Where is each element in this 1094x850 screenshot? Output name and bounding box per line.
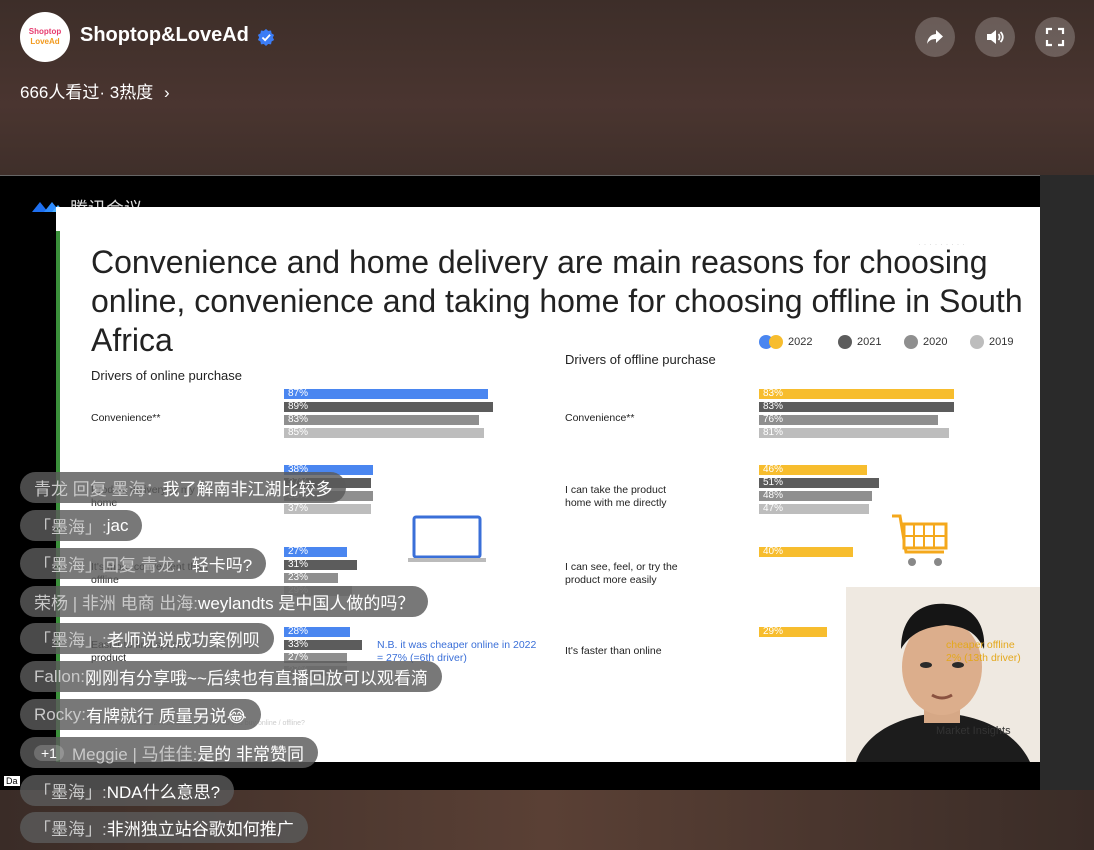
online-row-label: Convenience** xyxy=(91,412,161,424)
fullscreen-icon xyxy=(1045,27,1065,47)
legend-dot-yellow xyxy=(769,335,783,349)
chat-author: Meggie | 马佳佳: xyxy=(71,745,198,764)
legend-dot xyxy=(838,335,852,349)
online-bar-value: 89% xyxy=(288,401,309,412)
viewer-count[interactable]: 666人看过· 3热度 › xyxy=(20,78,170,103)
volume-button[interactable] xyxy=(975,17,1015,57)
legend-2020: 2020 xyxy=(904,335,947,349)
offline-section-label: Drivers of offline purchase xyxy=(565,352,716,367)
chat-text: 是的 非常赞同 xyxy=(197,745,305,764)
offline-bar-value: 83% xyxy=(763,388,784,399)
offline-row-label: I can see, feel, or try the product more… xyxy=(565,561,678,586)
online-section-label: Drivers of online purchase xyxy=(91,368,243,383)
offline-note: cheaper offline 2% (13th driver) xyxy=(946,639,1021,664)
chat-author: 荣杨 | 非洲 电商 出海: xyxy=(34,594,199,613)
online-bar-value: 23% xyxy=(288,572,309,583)
chat-message[interactable]: 「墨海」: 老师说说成功案例呗 xyxy=(20,623,274,654)
video-side-panel xyxy=(1040,175,1094,790)
offline-bar-value: 76% xyxy=(763,414,784,425)
chat-text: 有牌就行 质量另说😂 xyxy=(85,707,247,726)
online-bar-value: 28% xyxy=(288,626,309,637)
verified-badge-icon xyxy=(257,28,275,46)
offline-bar-value: 47% xyxy=(763,503,784,514)
online-bar-value: 83% xyxy=(288,414,309,425)
online-bar-value: 87% xyxy=(288,388,309,399)
legend-dot xyxy=(970,335,984,349)
offline-bar-value: 81% xyxy=(763,427,784,438)
offline-bar-value: 40% xyxy=(763,546,784,557)
share-button[interactable] xyxy=(915,17,955,57)
chat-text: 我了解南非江湖比较多 xyxy=(162,480,333,499)
participant-tag: Da xyxy=(4,776,20,786)
online-bar-value: 33% xyxy=(288,639,309,650)
shopping-cart-icon xyxy=(892,514,948,566)
channel-name[interactable]: Shoptop&LoveAd xyxy=(80,24,249,47)
legend-2022: 2022 xyxy=(759,335,812,349)
offline-row-label: I can take the product home with me dire… xyxy=(565,484,667,509)
legend-label: 2022 xyxy=(788,336,813,348)
offline-bar-value: 51% xyxy=(763,477,784,488)
legend-label: 2020 xyxy=(923,336,948,348)
chat-message[interactable]: 「墨海」: 非洲独立站谷歌如何推广 xyxy=(20,812,308,843)
chat-message[interactable]: 青龙 回复 墨海： 我了解南非江湖比较多 xyxy=(20,472,347,503)
online-bar xyxy=(284,389,489,399)
chat-author: Fallon: xyxy=(34,666,86,686)
offline-row-label: It's faster than online xyxy=(565,645,662,657)
chat-text: NDA什么意思? xyxy=(106,783,221,802)
legend-label: 2021 xyxy=(857,336,882,348)
offline-bar xyxy=(759,389,955,399)
chevron-right-icon: › xyxy=(163,83,170,102)
offline-bar-value: 48% xyxy=(763,490,784,501)
offline-bar xyxy=(759,415,938,425)
chat-message[interactable]: 「墨海」: jac xyxy=(20,510,143,541)
offline-bar-value: 83% xyxy=(763,401,784,412)
offline-bar-value: 29% xyxy=(763,626,784,637)
chat-text: 非洲独立站谷歌如何推广 xyxy=(106,820,294,839)
chat-text: weylandts 是中国人做的吗？ xyxy=(198,594,415,613)
chat-message[interactable]: 荣杨 | 非洲 电商 出海: weylandts 是中国人做的吗？ xyxy=(20,586,429,617)
chat-message[interactable]: Fallon: 刚刚有分享哦~~后续也有直播回放可以观看滴 xyxy=(20,661,442,692)
chat-message[interactable]: 「墨海」: NDA什么意思? xyxy=(20,775,235,806)
chat-text: 轻卡吗? xyxy=(191,556,253,575)
viewer-count-text: 666人看过· 3热度 xyxy=(20,83,154,102)
chat-text: 刚刚有分享哦~~后续也有直播回放可以观看滴 xyxy=(85,669,428,688)
chat-message[interactable]: Rocky: 有牌就行 质量另说😂 xyxy=(20,699,261,730)
fullscreen-button[interactable] xyxy=(1035,17,1075,57)
channel-avatar[interactable]: Shoptop LoveAd xyxy=(20,12,70,62)
online-bar-value: 31% xyxy=(288,559,309,570)
chat-text: jac xyxy=(106,515,129,535)
chat-author: Rocky: xyxy=(34,704,86,724)
avatar-logo-line1: Shoptop xyxy=(28,27,62,36)
laptop-icon xyxy=(408,515,486,562)
legend-2019: 2019 xyxy=(970,335,1013,349)
offline-bar xyxy=(759,402,955,412)
share-icon xyxy=(927,30,943,44)
offline-bar-value: 46% xyxy=(763,464,784,475)
online-bar xyxy=(284,428,484,438)
online-bar-value: 27% xyxy=(288,546,309,557)
volume-icon xyxy=(987,30,1004,44)
chat-author: 「墨海」: xyxy=(34,518,107,537)
chat-author: 「墨海」: xyxy=(34,820,107,839)
chat-message[interactable]: +1 Meggie | 马佳佳: 是的 非常赞同 xyxy=(20,737,319,768)
online-bar xyxy=(284,415,480,425)
chat-author: 青龙 回复 墨海： xyxy=(34,480,163,499)
offline-row-label: Convenience** xyxy=(565,412,635,424)
online-bar-value: 85% xyxy=(288,427,309,438)
chat-text: 老师说说成功案例呗 xyxy=(106,631,260,650)
chat-author: 「墨海」: xyxy=(34,631,107,650)
chat-author: 「墨海」回复 青龙： xyxy=(34,556,192,575)
slide-title: Convenience and home delivery are main r… xyxy=(91,244,1023,358)
legend-label: 2019 xyxy=(989,336,1014,348)
chat-author: 「墨海」: xyxy=(34,783,107,802)
plus-one-badge[interactable]: +1 xyxy=(34,744,64,761)
avatar-logo-line2: LoveAd xyxy=(30,37,60,46)
chat-message[interactable]: 「墨海」回复 青龙： 轻卡吗? xyxy=(20,548,267,579)
offline-bar xyxy=(759,428,950,438)
legend-2021: 2021 xyxy=(838,335,881,349)
legend-dot xyxy=(904,335,918,349)
market-insights-label: Market Insights xyxy=(936,725,1011,737)
online-bar-value: 37% xyxy=(288,503,309,514)
online-bar xyxy=(284,402,494,412)
